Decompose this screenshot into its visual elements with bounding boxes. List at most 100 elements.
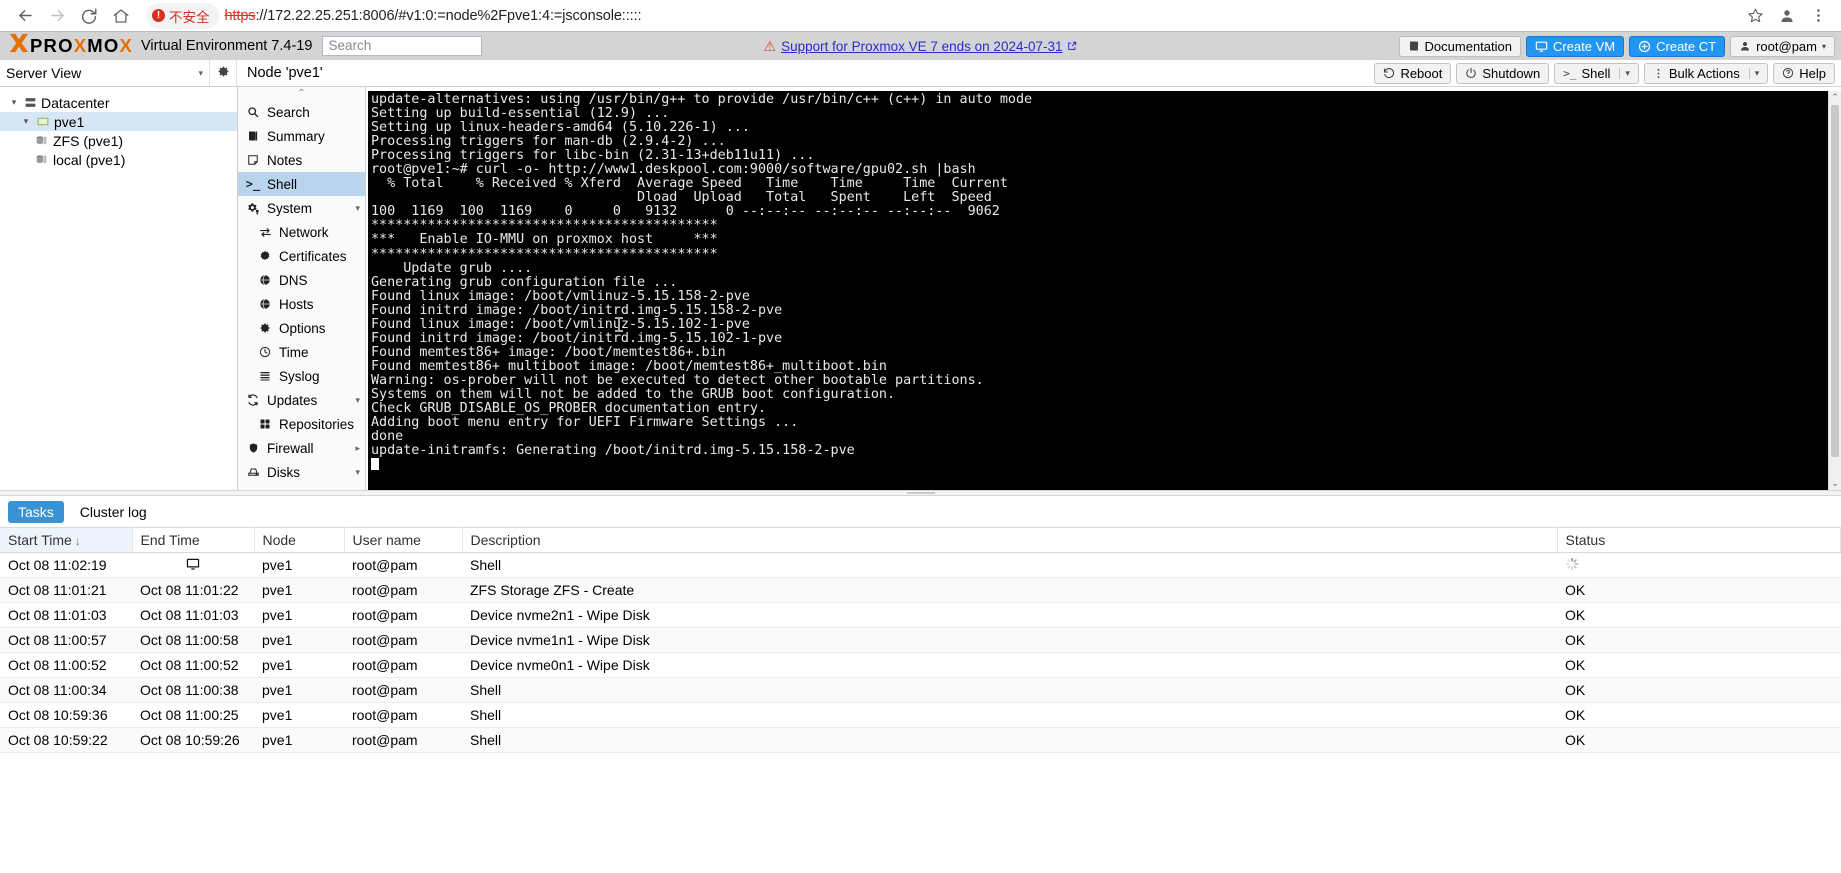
- nav-item-label: System: [267, 200, 313, 216]
- nav-item-firewall[interactable]: Firewall ▸: [238, 436, 365, 460]
- table-row[interactable]: Oct 08 11:00:52 Oct 08 11:00:52 pve1 root@p…: [0, 652, 1841, 678]
- column-end-time[interactable]: End Time: [132, 527, 255, 553]
- chevron-right-icon[interactable]: ▸: [355, 443, 360, 454]
- chevron-down-icon[interactable]: ▾: [1748, 67, 1759, 79]
- cell-end-time: Oct 08 11:00:38: [132, 677, 254, 703]
- sort-descending-icon: ↓: [74, 534, 81, 548]
- cell-node: pve1: [254, 627, 344, 653]
- cell-start-time: Oct 08 11:00:52: [0, 652, 132, 678]
- nav-item-notes[interactable]: Notes: [238, 148, 365, 172]
- server-view-select[interactable]: Server View ▾: [0, 60, 210, 86]
- table-row[interactable]: Oct 08 10:59:22 Oct 08 10:59:26 pve1 root@p…: [0, 727, 1841, 753]
- reload-icon[interactable]: [74, 2, 104, 30]
- tree-item-storage-zfs[interactable]: ZFS (pve1): [0, 131, 237, 150]
- nav-item-system[interactable]: System ▾: [238, 196, 365, 220]
- address-bar[interactable]: ! 不安全 https://172.22.25.251:8006/#v1:0:=…: [146, 2, 1831, 29]
- table-row[interactable]: Oct 08 11:01:21 Oct 08 11:01:22 pve1 root@p…: [0, 577, 1841, 603]
- nav-item-dns[interactable]: DNS: [238, 268, 365, 292]
- nav-item-syslog[interactable]: Syslog: [238, 364, 365, 388]
- column-status[interactable]: Status: [1557, 527, 1841, 553]
- create-ct-button[interactable]: Create CT: [1629, 35, 1726, 57]
- terminal-scrollbar[interactable]: ⌃ ⌄: [1828, 91, 1841, 490]
- scrollbar-thumb[interactable]: [1831, 105, 1839, 457]
- nav-item-shell[interactable]: >_ Shell: [238, 172, 365, 196]
- help-button[interactable]: Help: [1773, 62, 1835, 84]
- nav-item-label: Search: [267, 104, 310, 120]
- bookmark-star-icon[interactable]: [1747, 7, 1764, 24]
- reboot-button[interactable]: Reboot: [1374, 62, 1452, 84]
- shell-console[interactable]: update-alternatives: using /usr/bin/g++ …: [366, 87, 1841, 490]
- scroll-up-arrow-icon[interactable]: ⌃: [1831, 91, 1839, 104]
- node-nav-panel: ⌃ Search Summary Notes >_ Shell System ▾ Networ…: [238, 87, 366, 490]
- security-warning-label: 不安全: [169, 9, 210, 25]
- profile-avatar-icon[interactable]: [1778, 7, 1796, 25]
- settings-gear-button[interactable]: [210, 60, 237, 86]
- cell-user-name: root@pam: [344, 677, 462, 703]
- cell-start-time: Oct 08 10:59:36: [0, 702, 132, 728]
- documentation-label: Documentation: [1424, 38, 1512, 54]
- user-menu-button[interactable]: root@pam ▾: [1730, 35, 1835, 57]
- proxmox-logo[interactable]: PROXMOX: [8, 33, 133, 59]
- tab-tasks[interactable]: Tasks: [8, 500, 64, 523]
- home-icon[interactable]: [106, 2, 136, 30]
- search-input[interactable]: Search: [322, 36, 483, 56]
- back-arrow-icon[interactable]: [10, 2, 40, 30]
- chevron-down-icon[interactable]: ▾: [355, 203, 360, 214]
- nav-scroll-down-button[interactable]: ⌄: [238, 484, 365, 490]
- chevron-down-icon[interactable]: ▾: [1619, 67, 1630, 79]
- nav-item-options[interactable]: Options: [238, 316, 365, 340]
- logo-x3: X: [119, 35, 134, 56]
- table-row[interactable]: Oct 08 11:00:57 Oct 08 11:00:58 pve1 root@p…: [0, 627, 1841, 653]
- terminal-output[interactable]: update-alternatives: using /usr/bin/g++ …: [368, 91, 1828, 490]
- scroll-down-arrow-icon[interactable]: ⌄: [1831, 477, 1839, 490]
- nav-item-search[interactable]: Search: [238, 100, 365, 124]
- documentation-button[interactable]: Documentation: [1398, 35, 1521, 57]
- gears-icon: [246, 202, 260, 215]
- column-description[interactable]: Description: [462, 527, 1558, 553]
- expand-arrow-icon[interactable]: ▾: [20, 116, 32, 127]
- forward-arrow-icon[interactable]: [42, 2, 72, 30]
- column-node[interactable]: Node: [254, 527, 345, 553]
- chevron-down-icon[interactable]: ▾: [355, 395, 360, 406]
- nav-item-hosts[interactable]: Hosts: [238, 292, 365, 316]
- nav-scroll-up-button[interactable]: ⌃: [238, 87, 365, 100]
- tree-item-datacenter[interactable]: ▾ Datacenter: [0, 93, 237, 112]
- table-row[interactable]: Oct 08 11:00:34 Oct 08 11:00:38 pve1 root@p…: [0, 677, 1841, 703]
- shutdown-button[interactable]: Shutdown: [1456, 62, 1550, 84]
- tree-item-pve1[interactable]: ▾ pve1: [0, 112, 237, 131]
- shield-icon: [246, 442, 260, 454]
- nav-item-label: Hosts: [279, 296, 314, 312]
- chevron-down-icon[interactable]: ▾: [355, 467, 360, 478]
- nav-item-certificates[interactable]: Certificates: [238, 244, 365, 268]
- reboot-label: Reboot: [1400, 65, 1443, 81]
- cell-end-time: Oct 08 11:00:58: [132, 627, 254, 653]
- tree-item-storage-local[interactable]: local (pve1): [0, 150, 237, 169]
- shell-button[interactable]: >_ Shell ▾: [1554, 62, 1639, 84]
- support-link-label[interactable]: Support for Proxmox VE 7 ends on 2024-07…: [781, 39, 1062, 54]
- three-dot-menu-icon[interactable]: [1810, 7, 1827, 24]
- nav-item-updates[interactable]: Updates ▾: [238, 388, 365, 412]
- bulk-actions-button[interactable]: Bulk Actions ▾: [1643, 62, 1769, 84]
- expand-arrow-icon[interactable]: ▾: [8, 97, 20, 108]
- nav-item-disks[interactable]: Disks ▾: [238, 460, 365, 484]
- nav-item-network[interactable]: Network: [238, 220, 365, 244]
- table-row[interactable]: Oct 08 11:01:03 Oct 08 11:01:03 pve1 root@p…: [0, 602, 1841, 628]
- terminal-cursor-line: [371, 458, 1828, 472]
- logo-o: O: [58, 35, 74, 56]
- nav-item-summary[interactable]: Summary: [238, 124, 365, 148]
- tab-cluster-log[interactable]: Cluster log: [70, 501, 157, 523]
- text-cursor-icon: [615, 317, 623, 332]
- support-notice[interactable]: ⚠ Support for Proxmox VE 7 ends on 2024-…: [764, 38, 1078, 55]
- cell-user-name: root@pam: [344, 727, 462, 753]
- table-row[interactable]: Oct 08 11:02:19 pve1 root@pam Shell: [0, 552, 1841, 578]
- url-scheme: https: [224, 7, 256, 24]
- nav-item-time[interactable]: Time: [238, 340, 365, 364]
- security-warning-chip[interactable]: ! 不安全: [146, 2, 219, 29]
- clock-icon: [258, 346, 272, 358]
- column-user-name[interactable]: User name: [344, 527, 463, 553]
- nav-item-repositories[interactable]: Repositories: [238, 412, 365, 436]
- create-vm-button[interactable]: Create VM: [1525, 35, 1625, 57]
- nav-item-label: DNS: [279, 272, 308, 288]
- column-start-time[interactable]: Start Time ↓: [0, 527, 133, 553]
- table-row[interactable]: Oct 08 10:59:36 Oct 08 11:00:25 pve1 root@p…: [0, 702, 1841, 728]
